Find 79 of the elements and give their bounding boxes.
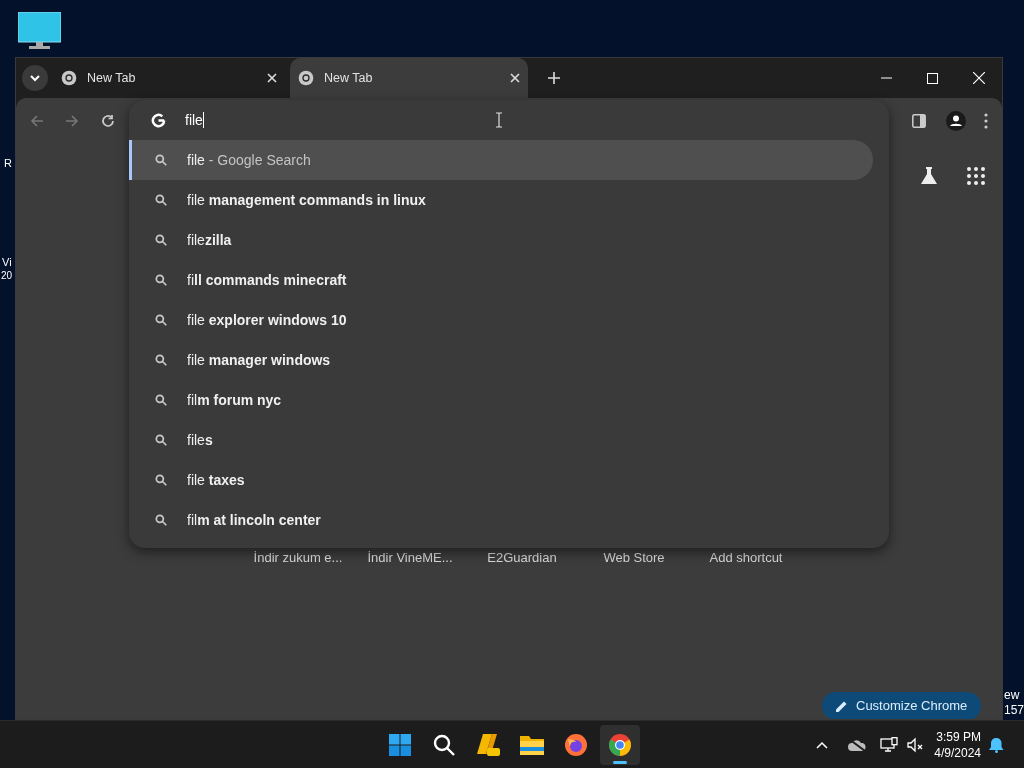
suggestion-item[interactable]: filezilla	[129, 220, 873, 260]
search-icon	[154, 353, 168, 367]
fox-globe-icon	[564, 732, 588, 757]
windows-logo-icon	[388, 732, 412, 757]
chevron-up-icon[interactable]	[816, 740, 829, 749]
monitor-icon[interactable]	[18, 12, 61, 50]
desktop-label: R	[4, 156, 12, 171]
suggestion-text: file explorer windows 10	[187, 310, 347, 330]
suggestion-text: filezilla	[187, 230, 232, 250]
suggestion-item[interactable]: fill commands minecraft	[129, 260, 873, 300]
search-icon	[154, 473, 168, 487]
suggestion-text: file manager windows	[187, 350, 331, 370]
shortcut-label[interactable]: İndir VineME...	[354, 548, 466, 568]
bell-icon[interactable]	[989, 736, 1004, 753]
suggestion-item[interactable]: file manager windows	[129, 340, 873, 380]
suggestion-item[interactable]: file management commands in linux	[129, 180, 873, 220]
forward-arrow-icon[interactable]	[65, 114, 79, 128]
text-cursor-icon	[495, 112, 503, 128]
close-icon[interactable]	[267, 73, 277, 83]
chevron-down-icon	[30, 74, 40, 82]
shortcut-label[interactable]: Add shortcut	[690, 548, 802, 568]
flask-icon[interactable]	[919, 166, 939, 186]
desktop-label: ew	[1004, 687, 1020, 704]
suggestion-text: fill commands minecraft	[187, 270, 347, 290]
shortcut-label[interactable]: Web Store	[578, 548, 690, 568]
clock-date[interactable]: 4/9/2024	[934, 744, 981, 761]
suggestion-text: files	[187, 430, 213, 450]
shortcut-label[interactable]: İndir zukum e...	[242, 548, 354, 568]
search-icon	[154, 313, 168, 327]
suggestion-text: file - Google Search	[187, 150, 311, 170]
suggestion-item[interactable]: file taxes	[129, 460, 873, 500]
suggestion-item[interactable]: file - Google Search	[129, 140, 873, 180]
search-icon	[154, 233, 168, 247]
apps-grid-icon[interactable]	[967, 167, 985, 185]
desktop-label: 157	[1004, 702, 1024, 719]
taskbar-app-button[interactable]	[600, 724, 640, 765]
desktop-label: 20	[1, 269, 13, 283]
chrome-logo-icon	[608, 732, 632, 757]
search-icon	[154, 393, 168, 407]
cloud-off-icon[interactable]	[848, 737, 867, 752]
suggestion-item[interactable]: file explorer windows 10	[129, 300, 873, 340]
suggestion-item[interactable]: film forum nyc	[129, 380, 873, 420]
desktop-label: Vi	[2, 255, 12, 270]
profile-avatar-icon[interactable]	[946, 111, 966, 131]
search-icon	[154, 153, 168, 167]
shortcut-label[interactable]: E2Guardian	[466, 548, 578, 568]
network-icon[interactable]	[880, 736, 899, 753]
suggestion-text: film at lincoln center	[187, 510, 321, 530]
search-icon	[154, 193, 168, 207]
suggestion-item[interactable]: film at lincoln center	[129, 500, 873, 540]
chrome-logo-icon	[298, 70, 314, 86]
google-g-icon	[151, 112, 166, 128]
chrome-logo-icon	[61, 70, 77, 86]
browser-tab[interactable]: New Tab	[290, 58, 528, 98]
search-icon	[154, 273, 168, 287]
speaker-muted-icon[interactable]	[907, 736, 925, 753]
app-tile-icon	[475, 731, 501, 758]
search-icon	[154, 513, 168, 527]
tab-title: New Tab	[324, 69, 374, 87]
pencil-icon	[836, 700, 848, 712]
close-icon[interactable]	[510, 73, 520, 83]
customize-chrome-button[interactable]: Customize Chrome	[822, 692, 982, 719]
suggestion-text: file management commands in linux	[187, 190, 426, 210]
reload-icon[interactable]	[101, 114, 115, 128]
tab-search-button[interactable]	[22, 65, 48, 91]
browser-tab[interactable]: New Tab	[53, 61, 285, 95]
side-panel-icon[interactable]	[912, 114, 926, 128]
suggestion-item[interactable]: files	[129, 420, 873, 460]
plus-icon[interactable]	[548, 72, 560, 84]
search-icon	[154, 433, 168, 447]
clock-time[interactable]: 3:59 PM	[936, 728, 981, 745]
suggestion-text: film forum nyc	[187, 390, 282, 410]
menu-icon[interactable]	[984, 113, 988, 129]
tab-title: New Tab	[87, 69, 137, 87]
omnibox-field[interactable]: file	[185, 109, 435, 131]
back-arrow-icon[interactable]	[30, 114, 44, 128]
maximize-icon[interactable]	[927, 72, 938, 84]
suggestion-text: file taxes	[187, 470, 245, 490]
search-icon	[432, 732, 456, 757]
